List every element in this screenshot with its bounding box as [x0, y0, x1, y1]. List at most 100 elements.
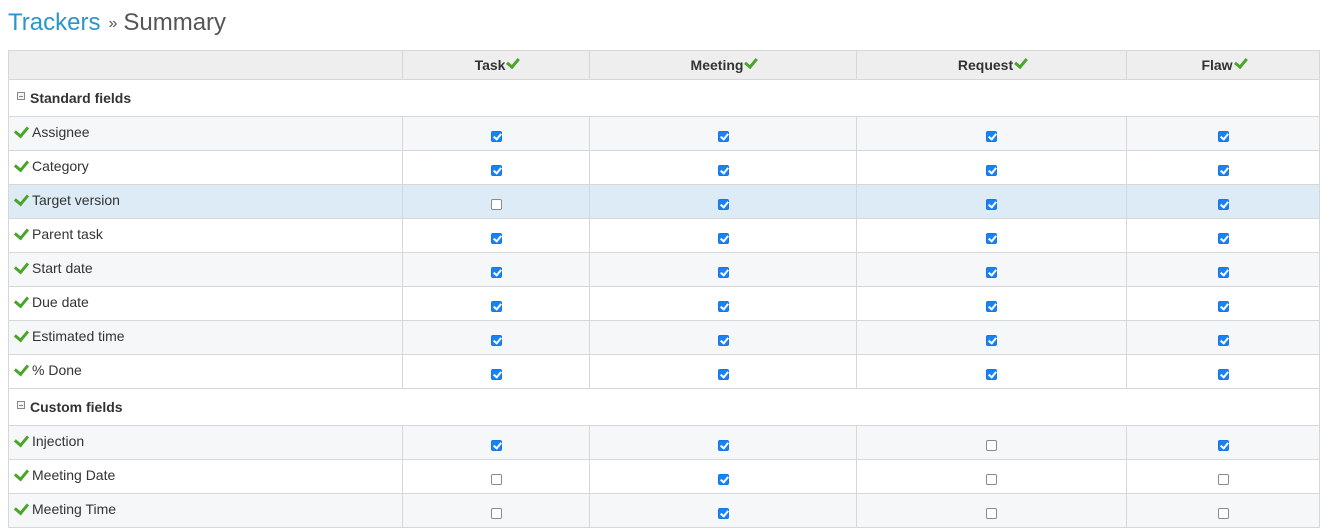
field-checkbox[interactable] [490, 266, 502, 278]
field-checkbox[interactable] [1217, 164, 1229, 176]
field-checkbox[interactable] [1217, 266, 1229, 278]
field-checkbox[interactable] [1217, 334, 1229, 346]
field-checkbox[interactable] [1217, 507, 1229, 519]
field-checkbox[interactable] [986, 507, 997, 519]
check-toggle-icon[interactable] [13, 431, 30, 447]
tracker-cell-request [856, 459, 1127, 494]
field-label: Start date [32, 259, 93, 276]
field-checkbox[interactable] [490, 232, 502, 244]
field-checkbox[interactable] [717, 164, 729, 176]
tracker-cell-request [856, 116, 1127, 151]
tracker-cell-task [402, 184, 590, 219]
field-checkbox[interactable] [717, 300, 729, 312]
check-toggle-icon[interactable] [13, 258, 30, 274]
group-header[interactable]: Custom fields [8, 388, 1320, 426]
table-row: Target version [8, 184, 1320, 219]
field-checkbox[interactable] [717, 198, 729, 210]
field-checkbox[interactable] [986, 334, 997, 346]
table-row: Meeting Time [8, 493, 1320, 528]
check-toggle-icon[interactable] [13, 156, 30, 172]
breadcrumb-trackers-link[interactable]: Trackers [8, 9, 100, 36]
field-checkbox[interactable] [986, 130, 997, 142]
field-checkbox[interactable] [1217, 130, 1229, 142]
tracker-cell-flaw [1126, 354, 1320, 389]
field-checkbox[interactable] [490, 300, 502, 312]
field-checkbox[interactable] [717, 507, 729, 519]
field-checkbox[interactable] [986, 164, 997, 176]
tracker-cell-task [402, 425, 590, 460]
check-toggle-icon[interactable] [13, 190, 30, 206]
tracker-cell-flaw [1126, 286, 1320, 321]
check-toggle-icon[interactable] [13, 499, 30, 515]
field-checkbox[interactable] [717, 266, 729, 278]
check-toggle-icon[interactable] [13, 360, 30, 376]
column-header-meeting[interactable]: Meeting [589, 50, 857, 80]
field-checkbox[interactable] [717, 232, 729, 244]
check-toggle-icon[interactable] [1014, 54, 1029, 70]
field-label: Category [32, 157, 89, 174]
field-checkbox[interactable] [490, 164, 502, 176]
check-toggle-icon[interactable] [13, 122, 30, 138]
field-name-cell: Assignee [8, 116, 403, 151]
field-checkbox[interactable] [1217, 198, 1229, 210]
check-toggle-icon[interactable] [13, 465, 30, 481]
field-name-cell: Due date [8, 286, 403, 321]
field-checkbox[interactable] [490, 439, 502, 451]
tracker-cell-meeting [589, 218, 857, 253]
field-checkbox[interactable] [717, 368, 729, 380]
field-checkbox[interactable] [717, 130, 729, 142]
group-label: Standard fields [30, 90, 132, 106]
field-checkbox[interactable] [1217, 368, 1229, 380]
field-checkbox[interactable] [490, 334, 502, 346]
column-header-request[interactable]: Request [856, 50, 1127, 80]
check-toggle-icon[interactable] [744, 54, 759, 70]
field-checkbox[interactable] [986, 232, 997, 244]
field-checkbox[interactable] [717, 439, 729, 451]
tracker-cell-flaw [1126, 320, 1320, 355]
table-header-row: Task Meeting Request Flaw [8, 50, 1320, 80]
field-checkbox[interactable] [490, 507, 502, 519]
tracker-cell-flaw [1126, 218, 1320, 253]
field-checkbox[interactable] [490, 473, 502, 485]
check-toggle-icon[interactable] [13, 326, 30, 342]
column-header-flaw[interactable]: Flaw [1126, 50, 1320, 80]
field-checkbox[interactable] [1217, 439, 1229, 451]
tracker-cell-task [402, 286, 590, 321]
field-checkbox[interactable] [986, 266, 997, 278]
table-row: Due date [8, 286, 1320, 321]
tracker-cell-task [402, 459, 590, 494]
field-checkbox[interactable] [717, 473, 729, 485]
field-checkbox[interactable] [986, 473, 997, 485]
field-checkbox[interactable] [986, 300, 997, 312]
tracker-cell-request [856, 218, 1127, 253]
field-checkbox[interactable] [1217, 232, 1229, 244]
field-checkbox[interactable] [986, 439, 997, 451]
check-toggle-icon[interactable] [1233, 54, 1248, 70]
check-toggle-icon[interactable] [13, 224, 30, 240]
field-label: Meeting Date [32, 466, 116, 483]
field-checkbox[interactable] [490, 130, 502, 142]
table-row: Category [8, 150, 1320, 185]
check-toggle-icon[interactable] [506, 54, 521, 70]
check-toggle-icon[interactable] [13, 292, 30, 308]
field-checkbox[interactable] [1217, 300, 1229, 312]
tracker-cell-flaw [1126, 150, 1320, 185]
group-header[interactable]: Standard fields [8, 79, 1320, 117]
table-row: Assignee [8, 116, 1320, 151]
field-checkbox[interactable] [490, 198, 502, 210]
tracker-cell-flaw [1126, 252, 1320, 287]
column-header-task[interactable]: Task [402, 50, 590, 80]
field-checkbox[interactable] [717, 334, 729, 346]
field-checkbox[interactable] [1217, 473, 1229, 485]
tracker-cell-meeting [589, 286, 857, 321]
field-checkbox[interactable] [490, 368, 502, 380]
collapse-icon[interactable] [17, 401, 25, 409]
corner-header [8, 50, 403, 80]
field-checkbox[interactable] [986, 368, 997, 380]
tracker-cell-request [856, 354, 1127, 389]
field-label: Assignee [32, 123, 90, 140]
field-checkbox[interactable] [986, 198, 997, 210]
collapse-icon[interactable] [17, 92, 25, 100]
field-name-cell: Parent task [8, 218, 403, 253]
column-header-label: Meeting [690, 57, 744, 73]
